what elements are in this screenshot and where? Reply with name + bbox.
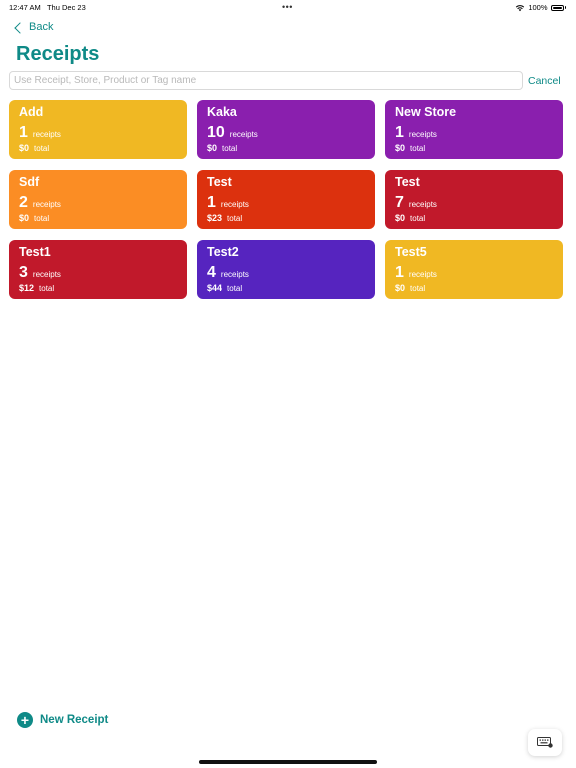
store-name: Test5: [395, 245, 427, 259]
receipt-count: 10: [207, 124, 225, 141]
back-button[interactable]: Back: [14, 21, 54, 34]
total-row: $0 total: [395, 283, 563, 293]
receipt-count-row: 4 receipts: [207, 264, 375, 282]
receipt-count-row: 3 receipts: [19, 264, 187, 282]
receipt-count-row: 2 receipts: [19, 194, 187, 212]
store-name: Test: [395, 175, 420, 189]
receipt-count-row: 1 receipts: [395, 124, 563, 142]
total-row: $0 total: [395, 143, 563, 153]
total-row: $23 total: [207, 213, 375, 223]
receipt-count-label: receipts: [220, 270, 249, 279]
store-card[interactable]: Sdf 2 receipts $0 total: [9, 170, 187, 229]
store-card[interactable]: Test 7 receipts $0 total: [385, 170, 563, 229]
total-label: total: [39, 284, 55, 293]
cancel-button[interactable]: Cancel: [528, 75, 561, 87]
keyboard-button[interactable]: [528, 729, 562, 756]
keyboard-icon: [537, 737, 553, 748]
status-time: 12:47 AM Thu Dec 23: [9, 3, 86, 12]
receipt-count: 4: [207, 264, 216, 281]
store-card[interactable]: Add 1 receipts $0 total: [9, 100, 187, 159]
total-amount: $0: [395, 213, 406, 223]
total-row: $0 total: [395, 213, 563, 223]
total-label: total: [222, 144, 238, 153]
home-indicator[interactable]: [199, 760, 377, 764]
receipt-count-label: receipts: [32, 270, 61, 279]
total-row: $0 total: [19, 143, 187, 153]
store-name: Sdf: [19, 175, 40, 189]
receipt-count: 2: [19, 194, 28, 211]
store-name: Test1: [19, 245, 51, 259]
receipt-count: 1: [395, 124, 404, 141]
total-label: total: [34, 214, 50, 223]
battery-percent: 100%: [528, 3, 548, 12]
total-row: $0 total: [207, 143, 375, 153]
total-label: total: [410, 144, 426, 153]
store-name: Kaka: [207, 105, 237, 119]
store-grid: Add 1 receipts $0 total Kaka 10 receipts…: [9, 100, 563, 299]
receipt-count: 7: [395, 194, 404, 211]
total-amount: $23: [207, 213, 223, 223]
total-amount: $0: [395, 143, 406, 153]
receipt-count-label: receipts: [32, 200, 61, 209]
receipt-count: 1: [19, 124, 28, 141]
page-title: Receipts: [16, 43, 100, 65]
store-card[interactable]: Test 1 receipts $23 total: [197, 170, 375, 229]
receipt-count-row: 10 receipts: [207, 124, 375, 142]
receipt-count: 1: [207, 194, 216, 211]
total-amount: $12: [19, 283, 35, 293]
total-row: $44 total: [207, 283, 375, 293]
store-name: New Store: [395, 105, 457, 119]
back-label: Back: [29, 21, 54, 33]
receipt-count-row: 1 receipts: [19, 124, 187, 142]
receipt-count-row: 7 receipts: [395, 194, 563, 212]
status-right: 100%: [515, 3, 566, 12]
status-bar: 12:47 AM Thu Dec 23 ••• 100%: [0, 0, 576, 14]
receipt-count-label: receipts: [229, 130, 258, 139]
total-row: $0 total: [19, 213, 187, 223]
total-label: total: [227, 284, 243, 293]
store-card[interactable]: Kaka 10 receipts $0 total: [197, 100, 375, 159]
battery-icon: [550, 4, 564, 11]
search-input[interactable]: [9, 71, 523, 90]
status-clock: 12:47 AM: [9, 3, 41, 12]
store-name: Add: [19, 105, 44, 119]
total-label: total: [410, 214, 426, 223]
total-amount: $0: [395, 283, 406, 293]
receipt-count-label: receipts: [408, 270, 437, 279]
status-date: Thu Dec 23: [46, 3, 86, 12]
store-name: Test2: [207, 245, 239, 259]
new-receipt-label: New Receipt: [40, 714, 109, 726]
store-card[interactable]: Test2 4 receipts $44 total: [197, 240, 375, 299]
total-label: total: [227, 214, 243, 223]
wifi-icon: [516, 4, 525, 11]
multitasking-dots-icon[interactable]: •••: [282, 2, 293, 12]
total-label: total: [410, 284, 426, 293]
store-name: Test: [207, 175, 232, 189]
receipt-count-label: receipts: [220, 200, 249, 209]
total-row: $12 total: [19, 283, 187, 293]
store-card[interactable]: Test1 3 receipts $12 total: [9, 240, 187, 299]
total-amount: $0: [19, 213, 30, 223]
total-amount: $44: [207, 283, 223, 293]
receipt-count: 3: [19, 264, 28, 281]
chevron-left-icon: [14, 21, 26, 34]
total-amount: $0: [19, 143, 30, 153]
total-amount: $0: [207, 143, 218, 153]
receipt-count-row: 1 receipts: [395, 264, 563, 282]
store-card[interactable]: Test5 1 receipts $0 total: [385, 240, 563, 299]
receipt-count-label: receipts: [408, 200, 437, 209]
new-receipt-button[interactable]: + New Receipt: [17, 712, 108, 728]
store-card[interactable]: New Store 1 receipts $0 total: [385, 100, 563, 159]
receipt-count-row: 1 receipts: [207, 194, 375, 212]
receipt-count: 1: [395, 264, 404, 281]
battery-tip: [564, 6, 566, 9]
total-label: total: [34, 144, 50, 153]
receipt-count-label: receipts: [408, 130, 437, 139]
receipt-count-label: receipts: [32, 130, 61, 139]
plus-circle-icon: +: [17, 712, 33, 728]
